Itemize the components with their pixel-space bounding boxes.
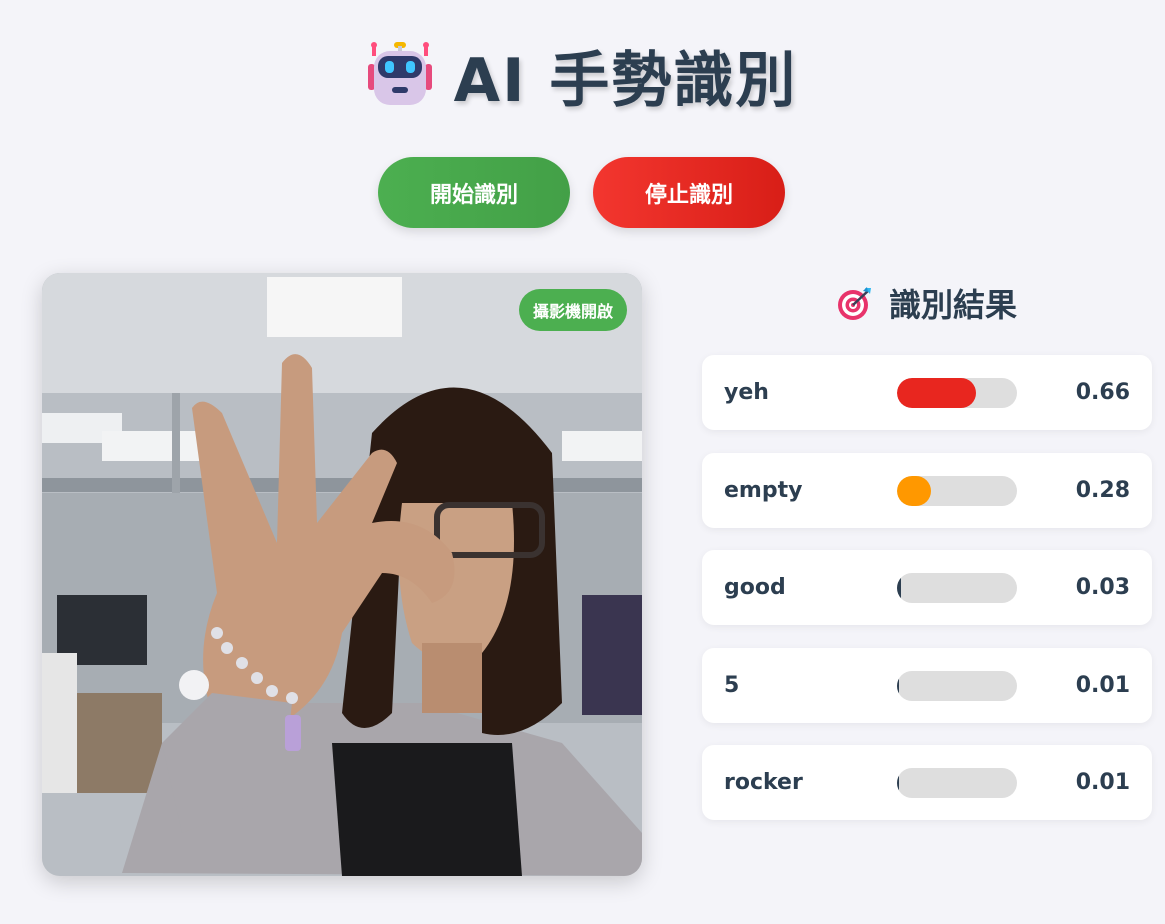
result-label: rocker [724,770,803,795]
results-title: 識別結果 [888,286,1017,324]
result-row-empty: empty 0.28 [702,452,1152,528]
start-recognition-button[interactable]: 開始識別 [378,157,570,228]
result-label: good [724,575,786,600]
app-page: AI 手勢識別 開始識別 停止識別 攝影機開啟 識別結果 yeh 0.66 em… [0,0,1165,924]
control-buttons: 開始識別 停止識別 [378,157,785,228]
result-row-5: 5 0.01 [702,647,1152,723]
result-confidence-bar [897,475,1017,506]
results-list: yeh 0.66 empty 0.28 good 0.03 5 0.01 roc… [702,355,1152,843]
camera-status-badge: 攝影機開啟 [518,289,627,331]
result-row-rocker: rocker 0.01 [702,745,1152,820]
result-confidence-fill [897,475,931,506]
result-score: 0.28 [1075,477,1130,503]
target-icon [837,287,871,320]
result-label: empty [724,477,803,503]
camera-image [42,273,642,876]
result-confidence-fill [897,670,900,701]
results-header: 識別結果 [702,280,1152,326]
page-title: AI 手勢識別 [453,45,798,116]
result-confidence-fill [897,768,900,798]
result-confidence-bar [897,573,1017,603]
result-confidence-fill [897,573,901,603]
result-confidence-fill [897,378,977,408]
stop-recognition-button[interactable]: 停止識別 [593,157,785,228]
robot-icon [367,42,432,105]
result-row-good: good 0.03 [702,550,1152,625]
result-score: 0.01 [1075,672,1130,698]
result-confidence-bar [897,378,1017,408]
result-confidence-bar [897,768,1017,798]
result-label: yeh [724,380,769,405]
result-confidence-bar [897,670,1017,701]
result-score: 0.66 [1075,380,1130,405]
result-label: 5 [724,672,740,698]
camera-feed: 攝影機開啟 [42,273,642,876]
result-score: 0.01 [1075,770,1130,795]
result-row-yeh: yeh 0.66 [702,355,1152,430]
page-header: AI 手勢識別 [0,30,1165,120]
result-score: 0.03 [1075,575,1130,600]
